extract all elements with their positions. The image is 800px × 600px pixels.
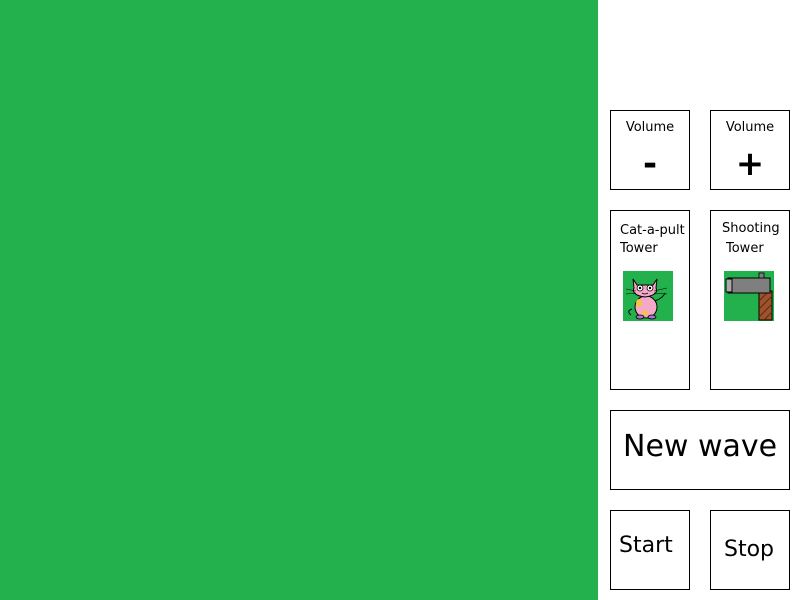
shooting-tower-button[interactable]: Shooting Tower <box>710 210 790 390</box>
stop-button[interactable]: Stop <box>710 510 790 590</box>
shooting-tower-label-line2: Tower <box>726 241 764 256</box>
catapult-tower-label-line1: Cat-a-pult <box>620 223 685 238</box>
volume-up-button[interactable]: Volume + <box>710 110 790 190</box>
volume-up-label: Volume <box>725 120 775 135</box>
volume-down-button[interactable]: Volume - <box>610 110 690 190</box>
catapult-tower-button[interactable]: Cat-a-pult Tower <box>610 210 690 390</box>
start-button[interactable]: Start <box>610 510 690 590</box>
volume-down-label: Volume <box>625 120 675 135</box>
new-wave-button[interactable]: New wave <box>610 410 790 490</box>
stop-label: Stop <box>724 537 775 562</box>
cannon-icon <box>724 271 774 321</box>
plus-icon: + <box>735 144 765 184</box>
start-label: Start <box>619 533 673 558</box>
cat-icon <box>623 271 673 321</box>
shooting-tower-label-line1: Shooting <box>722 221 780 236</box>
new-wave-label: New wave <box>623 429 778 464</box>
catapult-tower-label-line2: Tower <box>620 241 658 256</box>
minus-icon: - <box>642 144 658 184</box>
game-field[interactable] <box>0 0 598 600</box>
